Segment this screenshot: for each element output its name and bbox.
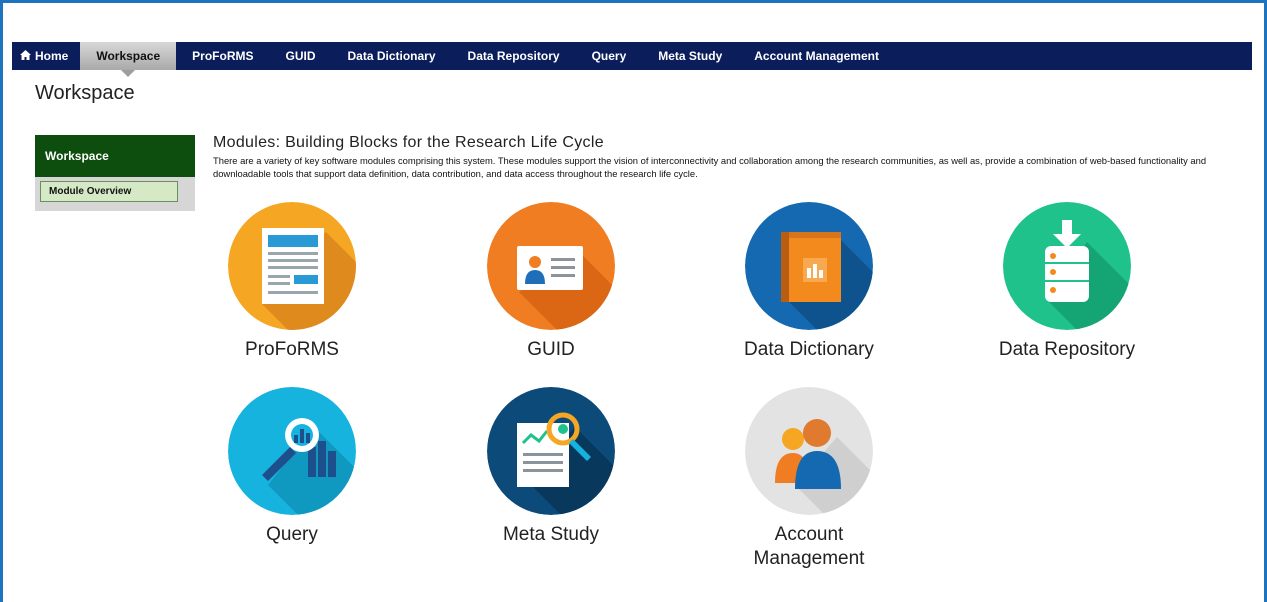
- module-tile-guid[interactable]: GUID: [451, 202, 651, 362]
- top-navigation-bar: Home Workspace ProFoRMS GUID Data Dictio…: [12, 42, 1252, 77]
- module-label: Data Dictionary: [744, 339, 874, 360]
- sidebar-item-module-overview[interactable]: Module Overview: [40, 181, 178, 202]
- module-label: Account Management: [753, 524, 865, 569]
- module-tile-data-dictionary[interactable]: Data Dictionary: [709, 202, 909, 362]
- id-card-icon: [487, 202, 615, 330]
- home-icon: [20, 49, 31, 63]
- nav-workspace[interactable]: Workspace: [80, 42, 177, 77]
- nav-account-management[interactable]: Account Management: [738, 42, 895, 70]
- modules-description: There are a variety of key software modu…: [213, 155, 1207, 179]
- sidebar: Workspace Module Overview: [35, 135, 195, 211]
- sidebar-header-workspace[interactable]: Workspace: [35, 135, 195, 177]
- nav-meta-study[interactable]: Meta Study: [642, 42, 738, 70]
- report-magnifier-icon: [487, 387, 615, 515]
- module-label: Query: [266, 524, 318, 545]
- modules-heading: Modules: Building Blocks for the Researc…: [213, 134, 604, 151]
- module-tile-data-repository[interactable]: Data Repository: [967, 202, 1167, 362]
- magnifier-chart-icon: [228, 387, 356, 515]
- module-tile-query[interactable]: Query: [192, 387, 392, 547]
- module-tile-meta-study[interactable]: Meta Study: [451, 387, 651, 547]
- module-tile-account-management[interactable]: Account Management: [709, 387, 909, 571]
- nav-query[interactable]: Query: [576, 42, 643, 70]
- module-tile-proforms[interactable]: ProFoRMS: [192, 202, 392, 362]
- database-download-icon: [1003, 202, 1131, 330]
- nav-home-label: Home: [35, 49, 69, 63]
- users-icon: [745, 387, 873, 515]
- page-title: Workspace: [35, 82, 135, 104]
- module-label: Meta Study: [502, 524, 600, 545]
- nav-data-repository[interactable]: Data Repository: [452, 42, 576, 70]
- form-document-icon: [228, 202, 356, 330]
- nav-guid[interactable]: GUID: [270, 42, 332, 70]
- nav-proforms[interactable]: ProFoRMS: [176, 42, 269, 70]
- nav-data-dictionary[interactable]: Data Dictionary: [332, 42, 452, 70]
- nav-home[interactable]: Home: [12, 42, 80, 70]
- module-label: ProFoRMS: [245, 339, 339, 360]
- module-label: GUID: [527, 339, 575, 360]
- module-label: Data Repository: [998, 339, 1136, 360]
- book-chart-icon: [745, 202, 873, 330]
